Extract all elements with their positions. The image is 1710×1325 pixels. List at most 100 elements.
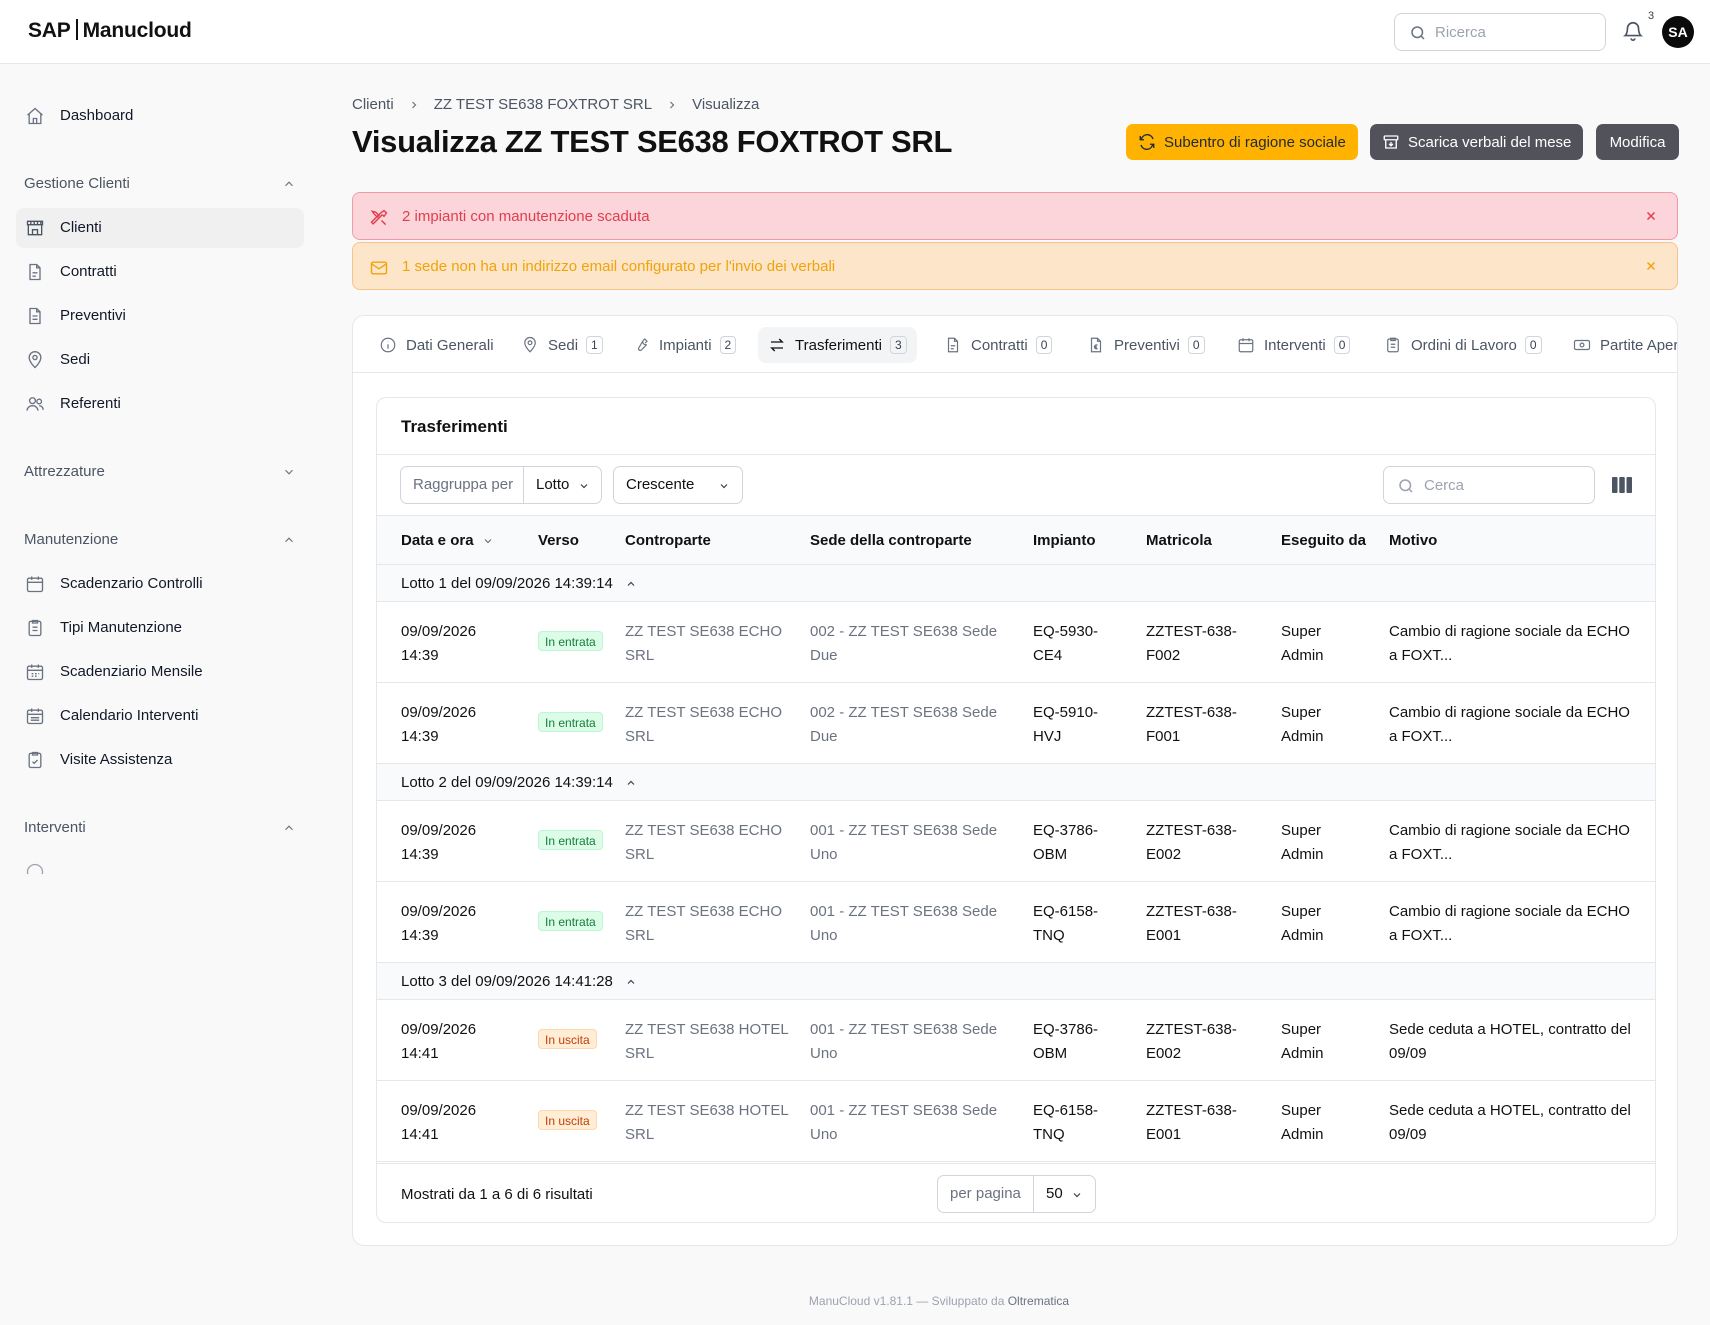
- tab-contratti[interactable]: Contratti 0: [940, 327, 1056, 363]
- tab-ordini-di-lavoro[interactable]: Ordini di Lavoro 0: [1380, 327, 1546, 363]
- tab-dati-generali[interactable]: Dati Generali: [375, 327, 498, 363]
- alert-text: 1 sede non ha un indirizzo email configu…: [402, 258, 836, 275]
- cell-matricola: ZZTEST-638- E002: [1146, 819, 1271, 867]
- cell-motivo-line2: a FOXT...: [1389, 846, 1453, 863]
- subentro-button[interactable]: Subentro di ragione sociale: [1126, 124, 1358, 160]
- tab-partite-aperte[interactable]: Partite Aper: [1569, 327, 1678, 363]
- cell-matricola: ZZTEST-638- F001: [1146, 701, 1271, 749]
- sidebar-item-dashboard[interactable]: Dashboard: [16, 96, 304, 136]
- table-row[interactable]: 09/09/2026 14:39 In entrata ZZ TEST SE638 E…: [377, 882, 1655, 963]
- group-by-select[interactable]: Raggruppa per Lotto: [400, 466, 602, 504]
- tab-interventi[interactable]: Interventi 0: [1233, 327, 1354, 363]
- per-page-select[interactable]: per pagina 50: [937, 1175, 1096, 1213]
- chevron-up-icon: [625, 777, 637, 789]
- clipboard-check-icon: [25, 750, 45, 770]
- sidebar-item-calendario-interventi[interactable]: Calendario Interventi: [16, 696, 304, 736]
- columns-toggle-icon[interactable]: [1612, 477, 1632, 493]
- cell-eseguito-da-line2: Admin: [1281, 846, 1324, 863]
- tab-impianti[interactable]: Impianti 2: [628, 327, 740, 363]
- cell-data-ora-line1: 09/09/2026: [401, 704, 477, 721]
- table-search-input[interactable]: [1424, 467, 1584, 503]
- cell-eseguito-da: Super Admin: [1281, 620, 1381, 668]
- cell-controparte-line1: ZZ TEST SE638 ECHO: [625, 903, 782, 920]
- cell-data-ora-line2: 14:39: [401, 728, 439, 745]
- cell-motivo-line2: 09/09: [1389, 1126, 1427, 1143]
- close-icon[interactable]: [1645, 260, 1657, 272]
- sidebar-group-gestione-clienti[interactable]: Gestione Clienti: [24, 172, 296, 196]
- table-row[interactable]: 09/09/2026 14:41 In uscita ZZ TEST SE638 HO…: [377, 1000, 1655, 1081]
- table-row[interactable]: 09/09/2026 14:39 In entrata ZZ TEST SE638 E…: [377, 801, 1655, 882]
- cell-sede-line1: 001 - ZZ TEST SE638 Sede: [810, 1102, 998, 1119]
- direction-badge: In uscita: [538, 1029, 597, 1049]
- sidebar-item-clienti[interactable]: Clienti: [16, 208, 304, 248]
- sidebar-item-sedi[interactable]: Sedi: [16, 340, 304, 380]
- column-header-sede: Sede della controparte: [810, 532, 972, 549]
- global-search-input[interactable]: [1435, 14, 1595, 50]
- modifica-button[interactable]: Modifica: [1596, 124, 1679, 160]
- sidebar-item-label: Dashboard: [60, 107, 134, 124]
- sidebar-item-visite-assistenza[interactable]: Visite Assistenza: [16, 740, 304, 780]
- cell-matricola-line1: ZZTEST-638-: [1146, 1021, 1237, 1038]
- group-row[interactable]: Lotto 2 del 09/09/2026 14:39:14: [377, 764, 1655, 801]
- cell-data-ora-line2: 14:41: [401, 1126, 439, 1143]
- cell-sede-line1: 001 - ZZ TEST SE638 Sede: [810, 822, 998, 839]
- column-header-data-ora[interactable]: Data e ora: [401, 532, 494, 549]
- global-search[interactable]: [1394, 13, 1606, 51]
- cell-matricola-line1: ZZTEST-638-: [1146, 903, 1237, 920]
- sidebar-item-preventivi[interactable]: Preventivi: [16, 296, 304, 336]
- cell-eseguito-da-line1: Super: [1281, 623, 1322, 640]
- table-row[interactable]: 09/09/2026 14:39 In entrata ZZ TEST SE638 E…: [377, 602, 1655, 683]
- per-page-value[interactable]: 50: [1034, 1176, 1095, 1212]
- bell-icon[interactable]: [1622, 20, 1644, 42]
- user-avatar[interactable]: SA: [1662, 16, 1694, 48]
- group-label: Lotto 3 del 09/09/2026 14:41:28: [401, 973, 637, 990]
- cell-matricola-line2: E001: [1146, 927, 1182, 944]
- results-summary: Mostrati da 1 a 6 di 6 risultati: [401, 1186, 593, 1203]
- arrows-exchange-icon: [768, 336, 786, 354]
- cell-controparte: ZZ TEST SE638 ECHO SRL: [625, 620, 805, 668]
- scarica-verbali-button[interactable]: Scarica verbali del mese: [1370, 124, 1583, 160]
- group-by-value[interactable]: Lotto: [524, 467, 601, 503]
- chevron-up-icon: [625, 976, 637, 988]
- cell-data-ora: 09/09/2026 14:39: [401, 701, 521, 749]
- group-row[interactable]: Lotto 1 del 09/09/2026 14:39:14: [377, 565, 1655, 602]
- sidebar-item-referenti[interactable]: Referenti: [16, 384, 304, 424]
- table-search[interactable]: [1383, 466, 1595, 504]
- cell-matricola: ZZTEST-638- E001: [1146, 1099, 1271, 1147]
- direction-badge: In uscita: [538, 1110, 597, 1130]
- footer-brand-link[interactable]: Oltrematica: [1008, 1294, 1069, 1308]
- app-logo[interactable]: SAP Manucloud: [28, 19, 192, 43]
- column-header-motivo: Motivo: [1389, 532, 1438, 549]
- table-footer: Mostrati da 1 a 6 di 6 risultati per pag…: [377, 1163, 1655, 1222]
- group-row[interactable]: Lotto 3 del 09/09/2026 14:41:28: [377, 963, 1655, 1000]
- sidebar-group-attrezzature[interactable]: Attrezzature: [24, 460, 296, 484]
- sidebar-group-manutenzione[interactable]: Manutenzione: [24, 528, 296, 552]
- tab-sedi[interactable]: Sedi 1: [517, 327, 607, 363]
- breadcrumb-item-clienti[interactable]: Clienti: [352, 96, 394, 113]
- tab-label: Sedi: [548, 336, 579, 354]
- table-row[interactable]: 09/09/2026 14:41 In uscita ZZ TEST SE638 HO…: [377, 1081, 1655, 1162]
- cell-eseguito-da-line1: Super: [1281, 1021, 1322, 1038]
- group-label: Lotto 1 del 09/09/2026 14:39:14: [401, 575, 637, 592]
- sidebar-item-contratti[interactable]: Contratti: [16, 252, 304, 292]
- cell-eseguito-da-line1: Super: [1281, 704, 1322, 721]
- sort-direction-select[interactable]: Crescente: [613, 466, 743, 504]
- cell-matricola-line2: F002: [1146, 647, 1181, 664]
- tab-label: Trasferimenti: [795, 336, 882, 354]
- cell-data-ora-line1: 09/09/2026: [401, 822, 477, 839]
- cell-sede-line2: Uno: [810, 927, 838, 944]
- sidebar-item-tipi-manutenzione[interactable]: Tipi Manutenzione: [16, 608, 304, 648]
- cell-eseguito-da: Super Admin: [1281, 1099, 1381, 1147]
- tab-preventivi[interactable]: Preventivi 0: [1083, 327, 1209, 363]
- tab-trasferimenti[interactable]: Trasferimenti 3: [758, 327, 917, 363]
- sidebar-group-interventi[interactable]: Interventi: [24, 816, 296, 840]
- cell-controparte-line1: ZZ TEST SE638 HOTEL: [625, 1102, 789, 1119]
- tab-label: Partite Aper: [1600, 336, 1678, 354]
- table-row[interactable]: 09/09/2026 14:39 In entrata ZZ TEST SE638 E…: [377, 683, 1655, 764]
- cell-motivo-line2: 09/09: [1389, 1045, 1427, 1062]
- sidebar-item-scadenzario-controlli[interactable]: Scadenzario Controlli: [16, 564, 304, 604]
- breadcrumb-item-client[interactable]: ZZ TEST SE638 FOXTROT SRL: [434, 96, 652, 113]
- close-icon[interactable]: [1645, 210, 1657, 222]
- sidebar-item-scadenziario-mensile[interactable]: Scadenziario Mensile: [16, 652, 304, 692]
- calendar-icon: [1237, 336, 1255, 354]
